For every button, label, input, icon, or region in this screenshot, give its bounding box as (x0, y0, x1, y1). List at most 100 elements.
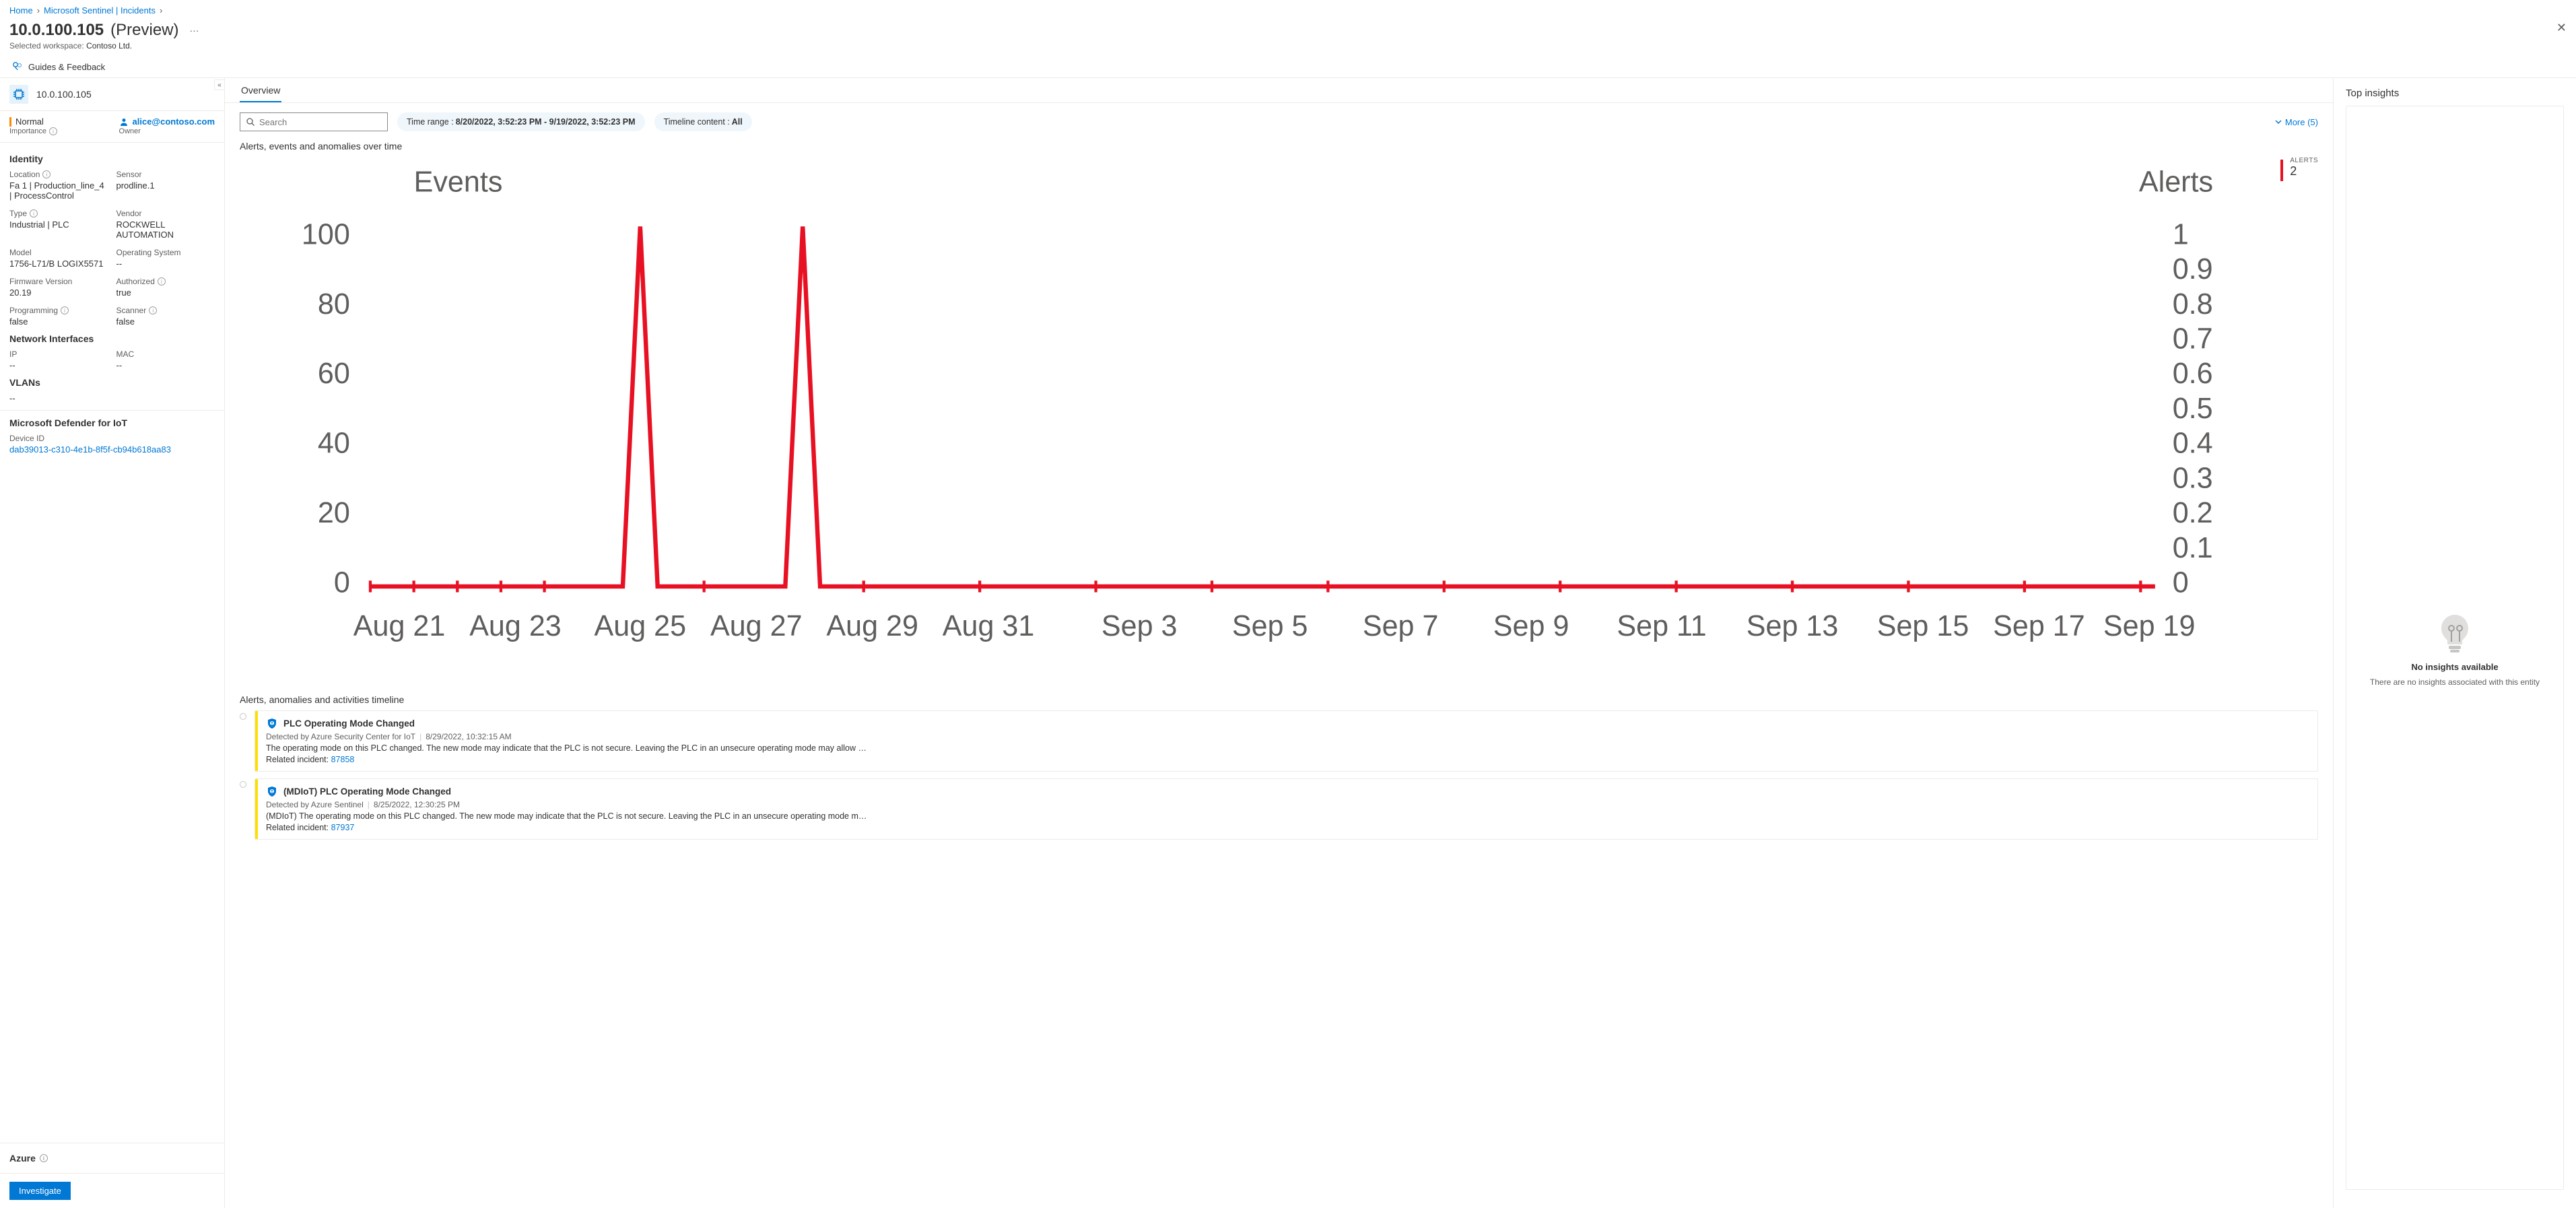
info-icon[interactable]: i (158, 277, 166, 286)
chevron-right-icon: › (160, 5, 162, 15)
workspace-name: Contoso Ltd. (86, 41, 132, 51)
os-value: -- (116, 259, 215, 269)
collapse-panel-icon[interactable]: « (214, 79, 225, 90)
related-incident-link[interactable]: 87858 (331, 755, 355, 764)
timeline-content-pill[interactable]: Timeline content : All (654, 112, 752, 131)
alerts-summary: ALERTS 2 (2280, 157, 2318, 181)
alert-title: (MDIoT) PLC Operating Mode Changed (283, 786, 451, 797)
related-incident-link[interactable]: 87937 (331, 823, 355, 832)
info-icon[interactable]: i (42, 170, 50, 178)
programming-value: false (9, 316, 108, 327)
firmware-label: Firmware Version (9, 277, 108, 286)
svg-text:0.2: 0.2 (2173, 497, 2213, 529)
breadcrumb-home[interactable]: Home (9, 5, 33, 15)
severity-value: Normal (15, 116, 44, 127)
svg-text:Sep 7: Sep 7 (1363, 610, 1439, 642)
svg-text:40: 40 (318, 428, 350, 460)
timeline-content-label: Timeline content : (664, 117, 730, 127)
alert-description: (MDIoT) The operating mode on this PLC c… (266, 811, 2309, 821)
type-value: Industrial | PLC (9, 220, 108, 230)
info-icon: i (40, 1154, 48, 1162)
svg-text:Aug 21: Aug 21 (353, 610, 446, 642)
type-label: Type (9, 209, 27, 218)
entity-title: 10.0.100.105 (36, 89, 92, 100)
insights-panel: Top insights No insights available There… (2334, 78, 2576, 1208)
scanner-label: Scanner (116, 306, 147, 315)
chart-title: Alerts, events and anomalies over time (240, 141, 2318, 152)
no-insights-title: No insights available (2411, 662, 2498, 672)
svg-text:Aug 23: Aug 23 (469, 610, 562, 642)
svg-text:Aug 31: Aug 31 (943, 610, 1035, 642)
owner-link[interactable]: alice@contoso.com (133, 116, 215, 127)
lightbulb-icon (2431, 609, 2478, 657)
alert-source: Detected by Azure Sentinel (266, 800, 364, 809)
location-label: Location (9, 170, 40, 179)
timeline-item[interactable]: (MDIoT) PLC Operating Mode Changed Detec… (240, 778, 2318, 840)
model-value: 1756-L71/B LOGIX5571 (9, 259, 108, 269)
alert-description: The operating mode on this PLC changed. … (266, 743, 2309, 753)
programming-label: Programming (9, 306, 58, 315)
time-range-pill[interactable]: Time range : 8/20/2022, 3:52:23 PM - 9/1… (397, 112, 645, 131)
guides-feedback-button[interactable]: Guides & Feedback (28, 62, 105, 72)
sensor-label: Sensor (116, 170, 215, 179)
info-icon[interactable]: i (49, 127, 57, 135)
shield-icon (266, 786, 278, 798)
chart: Events Alerts 100806040200 10.90.80.70.6… (240, 157, 2271, 679)
mdiot-heading: Microsoft Defender for IoT (9, 417, 215, 428)
timeline-item[interactable]: PLC Operating Mode Changed Detected by A… (240, 710, 2318, 772)
azure-section[interactable]: Azure i (0, 1143, 224, 1173)
svg-text:0: 0 (334, 567, 350, 599)
svg-text:Aug 25: Aug 25 (595, 610, 687, 642)
svg-text:Sep 17: Sep 17 (1993, 610, 2085, 642)
ip-label: IP (9, 349, 108, 359)
more-link[interactable]: More (5) (2274, 117, 2318, 127)
no-insights-subtitle: There are no insights associated with th… (2370, 677, 2540, 687)
breadcrumb: Home › Microsoft Sentinel | Incidents › (0, 0, 2576, 21)
user-icon (119, 117, 129, 127)
location-value: Fa 1 | Production_line_4 | ProcessContro… (9, 180, 108, 201)
svg-text:0.5: 0.5 (2173, 393, 2213, 425)
svg-text:Sep 19: Sep 19 (2103, 610, 2196, 642)
info-icon[interactable]: i (149, 306, 157, 314)
svg-text:Aug 27: Aug 27 (710, 610, 803, 642)
owner-label: Owner (119, 127, 141, 135)
info-icon[interactable]: i (61, 306, 69, 314)
mac-value: -- (116, 360, 215, 370)
svg-text:Sep 3: Sep 3 (1101, 610, 1178, 642)
feedback-icon (12, 61, 23, 72)
timeline-dot-icon (240, 781, 246, 788)
more-actions-icon[interactable]: ··· (185, 22, 203, 38)
svg-text:20: 20 (318, 497, 350, 529)
device-id-label: Device ID (9, 434, 215, 443)
svg-text:0.3: 0.3 (2173, 462, 2213, 494)
search-field[interactable] (259, 117, 382, 127)
chevron-right-icon: › (37, 5, 40, 15)
device-id-link[interactable]: dab39013-c310-4e1b-8f5f-cb94b618aa83 (9, 444, 171, 455)
search-input[interactable] (240, 112, 388, 131)
model-label: Model (9, 248, 108, 257)
tab-overview[interactable]: Overview (240, 85, 281, 102)
alerts-bar-icon (2280, 160, 2283, 181)
info-icon[interactable]: i (30, 209, 38, 217)
alert-title: PLC Operating Mode Changed (283, 718, 415, 729)
breadcrumb-sentinel[interactable]: Microsoft Sentinel | Incidents (44, 5, 156, 15)
page-header: 10.0.100.105 (Preview) ··· Selected work… (0, 21, 2576, 55)
svg-text:Aug 29: Aug 29 (826, 610, 918, 642)
entity-panel: « 10.0.100.105 Normal Importance i (0, 78, 225, 1208)
vlans-value: -- (9, 393, 215, 403)
close-icon[interactable]: ✕ (2556, 21, 2567, 35)
svg-text:0.9: 0.9 (2173, 253, 2213, 286)
authorized-value: true (116, 288, 215, 298)
svg-text:0.8: 0.8 (2173, 288, 2213, 321)
related-incident-label: Related incident: (266, 823, 331, 832)
os-label: Operating System (116, 248, 215, 257)
vendor-value: ROCKWELL AUTOMATION (116, 220, 215, 240)
ip-value: -- (9, 360, 108, 370)
svg-text:Sep 5: Sep 5 (1232, 610, 1308, 642)
overview-panel: Overview Time range : 8/20/2022, 3:52:23… (225, 78, 2334, 1208)
investigate-button[interactable]: Investigate (9, 1182, 71, 1200)
preview-tag: (Preview) (110, 21, 178, 40)
sensor-value: prodline.1 (116, 180, 215, 191)
timeline-heading: Alerts, anomalies and activities timelin… (225, 686, 2333, 710)
svg-text:0: 0 (2173, 567, 2189, 599)
